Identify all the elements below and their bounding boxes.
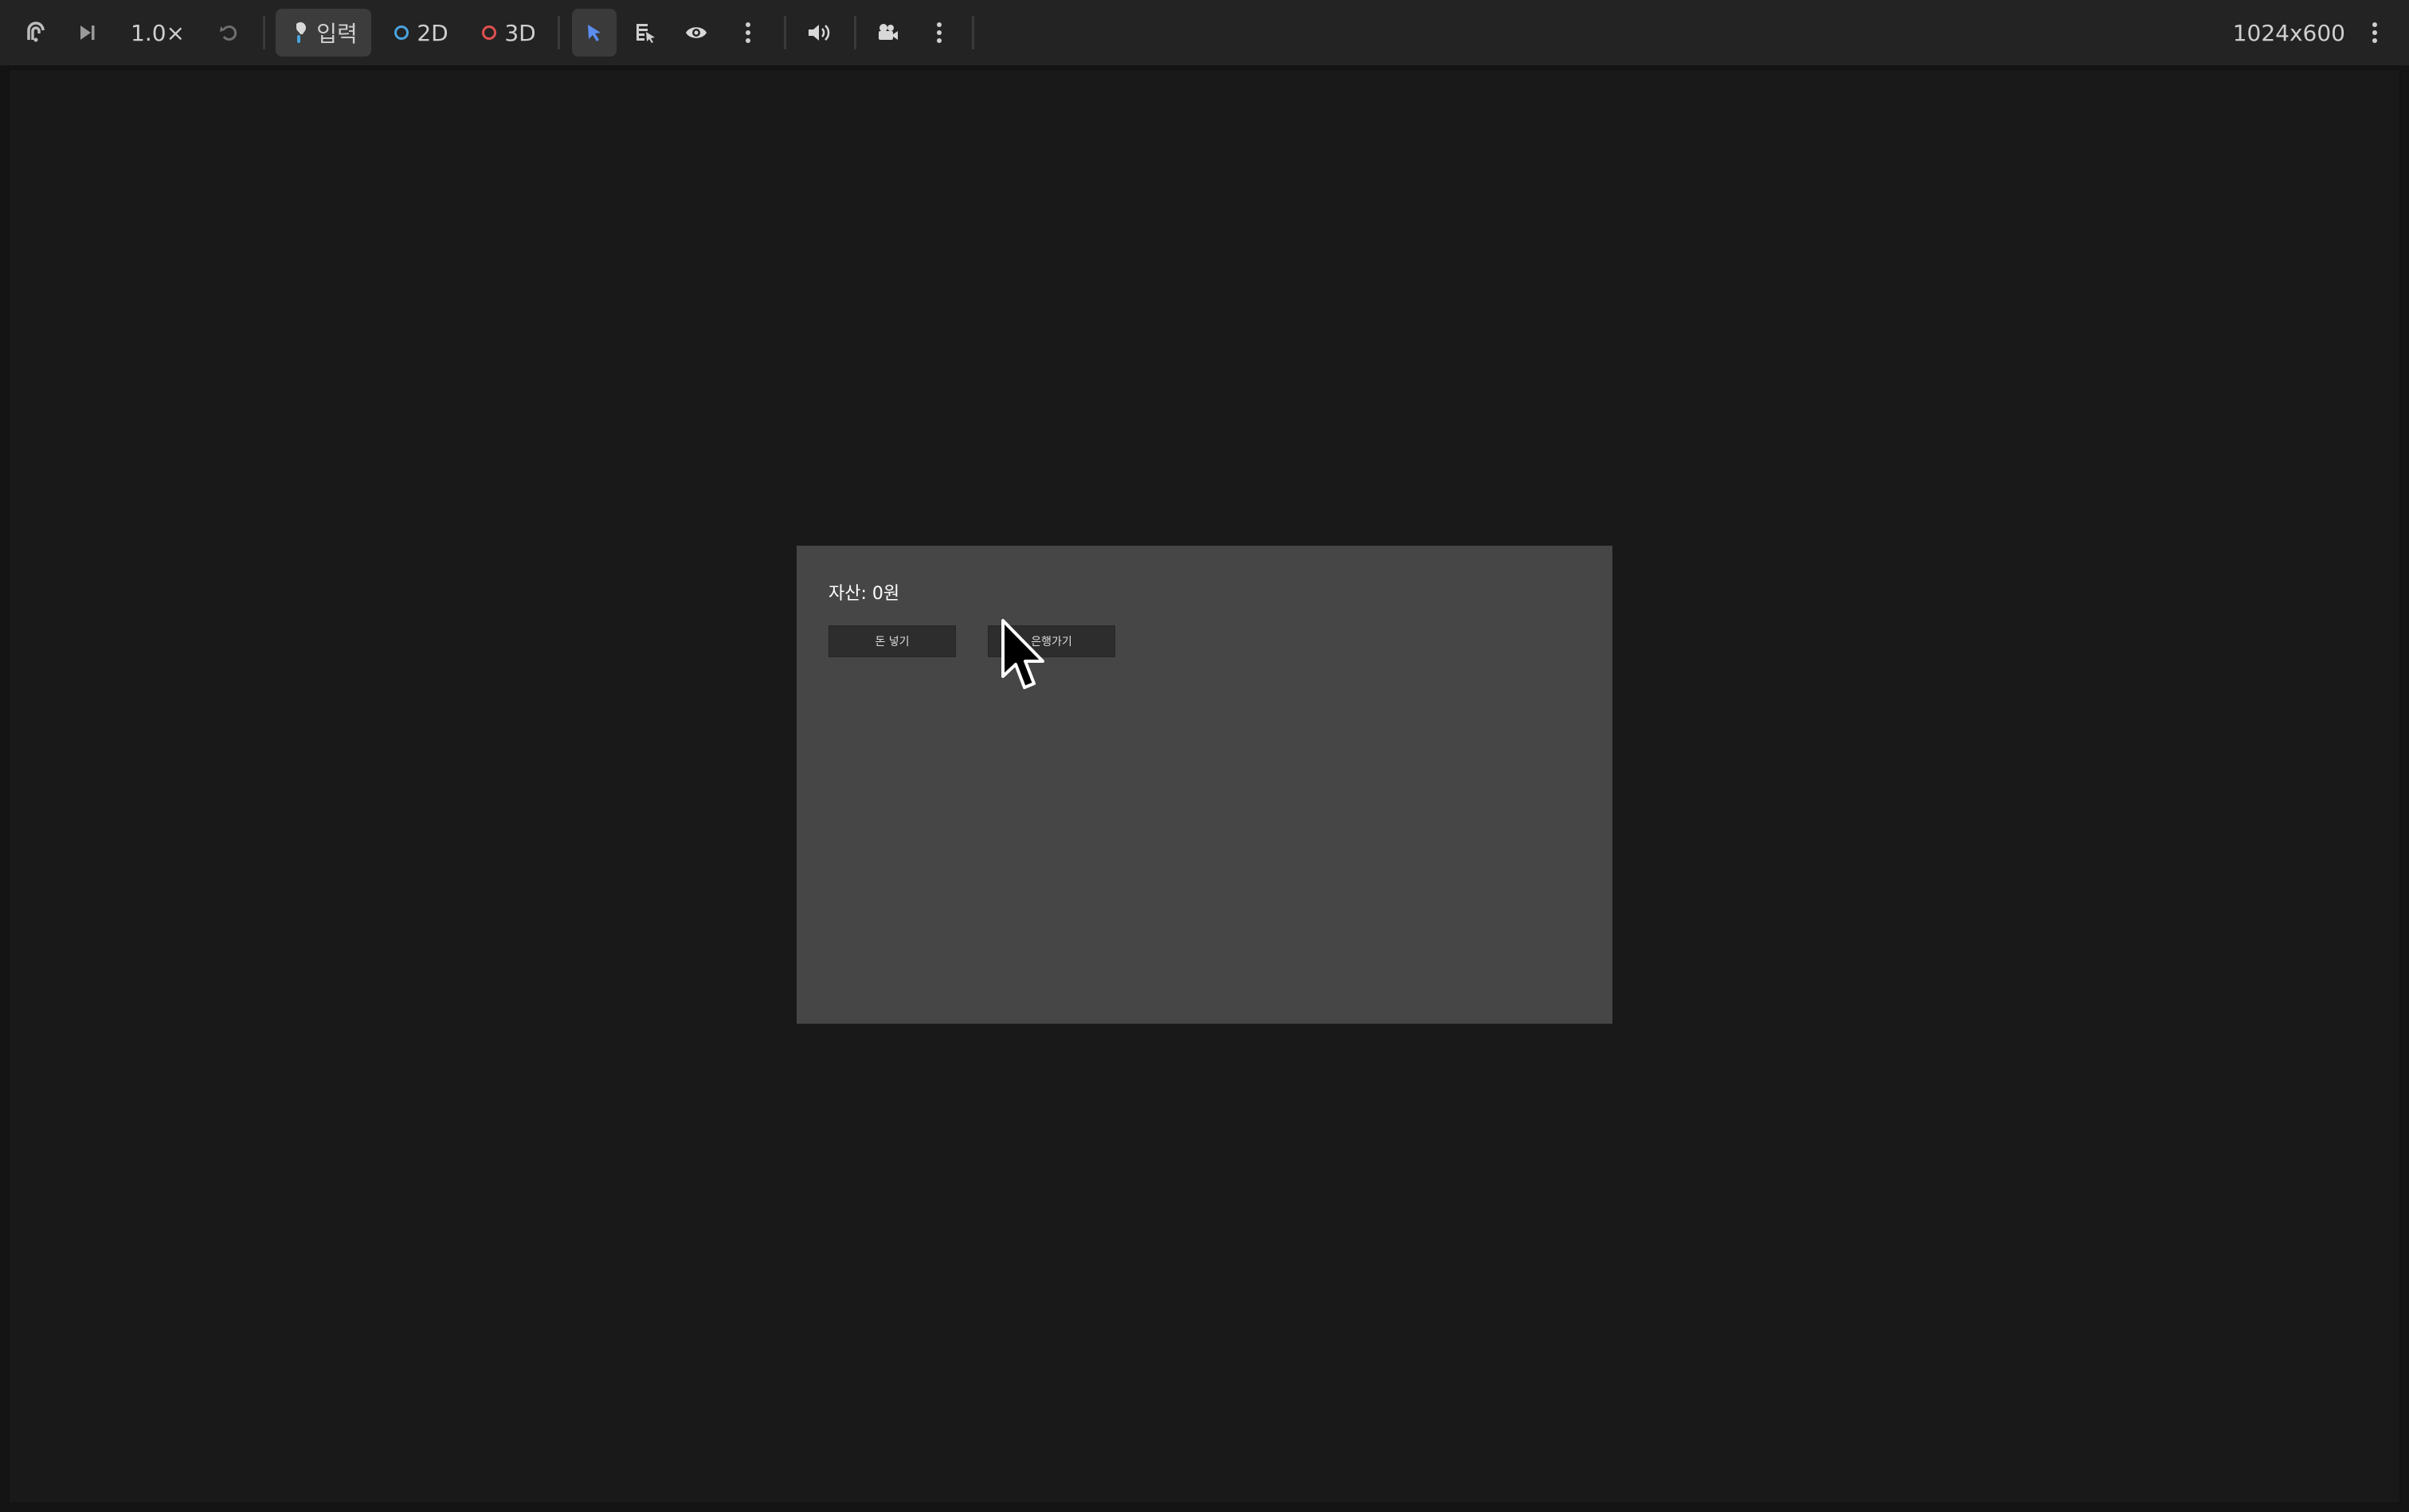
more-vertical-icon [935,21,943,45]
resolution-label: 1024x600 [2232,19,2345,46]
separator [784,16,786,49]
eye-icon [684,21,708,45]
list-select-button[interactable] [628,9,663,57]
deposit-button[interactable]: 돈 넣기 [828,625,956,657]
speed-label: 1.0× [131,19,185,46]
mouse-cursor-icon [1000,617,1048,697]
mode-2d-button[interactable]: 2D [387,9,456,57]
more-vertical-icon [2371,21,2379,45]
separator [972,16,974,49]
more-options-button[interactable] [731,9,765,57]
separator [558,16,560,49]
reset-button[interactable] [212,9,245,57]
remote-debug-icon [24,21,48,45]
step-forward-icon [76,22,98,44]
resolution-selector[interactable]: 1024x600 [2210,9,2345,57]
separator [263,16,265,49]
visibility-button[interactable] [679,9,714,57]
view-options-button[interactable] [2360,9,2390,57]
select-button[interactable] [572,9,617,57]
camera-button[interactable] [868,9,907,57]
mode-2d-icon [394,25,409,40]
money-label: 자산: 0원 [828,584,900,604]
speed-selector[interactable]: 1.0× [124,9,191,57]
game-canvas: 자산: 0원 돈 넣기 은행가기 [797,546,1612,1024]
reset-icon [217,22,240,44]
mode-3d-label: 3D [504,19,536,46]
speaker-icon [806,21,832,45]
camera-icon [875,21,900,45]
input-label: 입력 [316,21,358,47]
more-vertical-icon [744,21,752,45]
select-pointer-icon [584,22,605,43]
mode-3d-button[interactable]: 3D [475,9,543,57]
camera-options-button[interactable] [922,9,956,57]
step-button[interactable] [70,9,104,57]
separator [854,16,856,49]
input-icon [289,21,310,45]
audio-button[interactable] [800,9,838,57]
mode-2d-label: 2D [417,19,449,46]
remote-debug-button[interactable] [19,9,53,57]
mode-3d-icon [482,25,497,40]
input-toggle-button[interactable]: 입력 [276,9,371,57]
game-toolbar: 1.0× 입력 2D 3D 1024x600 [0,0,2409,65]
list-select-icon [633,21,657,45]
